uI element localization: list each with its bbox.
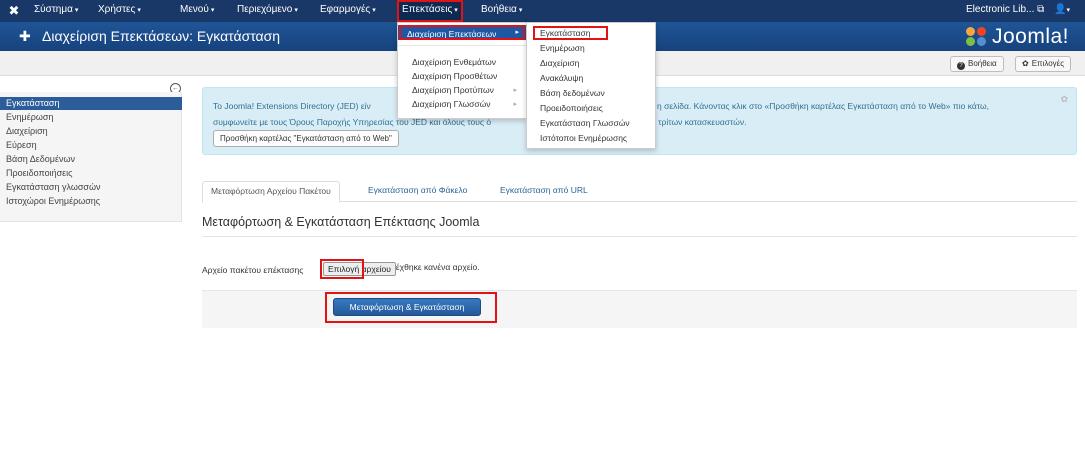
submenu-item-warnings[interactable]: Προειδοποιήσεις	[540, 103, 603, 113]
nav-content[interactable]: Περιεχόμενο ▾	[237, 0, 298, 22]
sidebar-item-discover[interactable]: Εύρεση	[6, 140, 37, 150]
caret-down-icon: ▾	[137, 7, 141, 14]
help-button[interactable]: ? Βοήθεια	[950, 56, 1004, 72]
nav-label: Εφαρμογές	[320, 4, 371, 15]
puzzle-icon: ✚	[19, 28, 31, 44]
nav-label: Σύστημα	[34, 4, 73, 15]
sidebar-item-install[interactable]: Εγκατάσταση	[6, 98, 59, 108]
caret-right-icon: ▸	[513, 87, 517, 94]
caret-down-icon: ▾	[454, 7, 458, 14]
question-icon: ?	[957, 62, 965, 70]
top-navbar: ✖ Σύστημα ▾ Χρήστες ▾ Μενού ▾ Περιεχόμενο ▾ …	[0, 0, 1085, 22]
install-tabs: Μεταφόρτωση Αρχείου Πακέτου Εγκατάσταση …	[202, 181, 1077, 203]
site-name: Electronic Lib...	[966, 4, 1035, 15]
extension-manager-submenu: Εγκατάσταση Ενημέρωση Διαχείριση Ανακάλυ…	[526, 22, 656, 149]
sidebar-item-update[interactable]: Ενημέρωση	[6, 112, 53, 122]
highlight-box	[325, 292, 497, 323]
menu-item-module-manager[interactable]: Διαχείριση Ενθεμάτων	[412, 57, 496, 67]
submenu-item-update[interactable]: Ενημέρωση	[540, 43, 585, 53]
joomla-brand: Joomla!	[965, 25, 1069, 48]
nav-extensions[interactable]: Επεκτάσεις ▾	[397, 0, 463, 22]
caret-down-icon: ▾	[372, 7, 376, 14]
joomla-logo-icon[interactable]: ✖	[6, 3, 22, 19]
nav-users[interactable]: Χρήστες ▾	[98, 0, 141, 22]
submenu-item-install-languages[interactable]: Εγκατάσταση Γλωσσών	[540, 118, 630, 128]
menu-item-language-manager[interactable]: Διαχείριση Γλωσσών	[412, 99, 491, 109]
section-title: Μεταφόρτωση & Εγκατάσταση Επέκτασης Joom…	[202, 215, 480, 229]
highlight-box	[533, 26, 608, 40]
sidebar-item-warnings[interactable]: Προειδοποιήσεις	[6, 168, 73, 178]
caret-down-icon: ▾	[210, 7, 215, 14]
menu-divider	[398, 45, 526, 46]
add-install-from-web-tab-button[interactable]: Προσθήκη καρτέλας "Εγκατάσταση από το We…	[213, 130, 399, 147]
submenu-item-manage[interactable]: Διαχείριση	[540, 58, 579, 68]
alert-line2-end: ιών τρίτων κατασκευαστών.	[643, 117, 747, 127]
nav-system[interactable]: Σύστημα ▾	[34, 0, 78, 22]
nav-label: Μενού	[180, 4, 209, 15]
caret-right-icon: ▸	[513, 101, 517, 108]
highlight-box	[320, 259, 364, 279]
nav-label: Βοήθεια	[481, 4, 517, 15]
sidebar-item-database[interactable]: Βάση Δεδομένων	[6, 154, 75, 164]
caret-down-icon: ▾	[74, 7, 79, 14]
submenu-item-database[interactable]: Βάση δεδομένων	[540, 88, 605, 98]
nav-label: Επεκτάσεις	[402, 4, 453, 15]
package-file-label: Αρχείο πακέτου επέκτασης	[202, 265, 304, 275]
help-label: Βοήθεια	[968, 59, 997, 68]
brand-name: Joomla!	[991, 25, 1069, 48]
options-button[interactable]: ✿ Επιλογές	[1015, 56, 1072, 72]
nav-label: Χρήστες	[98, 4, 136, 15]
extensions-dropdown: Διαχείριση Επεκτάσεων ▸ Διαχείριση Ενθεμ…	[397, 22, 527, 119]
page-title: Διαχείριση Επεκτάσεων: Εγκατάσταση	[42, 28, 281, 44]
nav-menus[interactable]: Μενού ▾	[180, 0, 214, 22]
sidebar: Εγκατάσταση Ενημέρωση Διαχείριση Εύρεση …	[0, 92, 182, 222]
user-menu[interactable]: 👤▾	[1054, 0, 1070, 22]
submenu-item-discover[interactable]: Ανακάλυψη	[540, 73, 583, 83]
user-icon: 👤	[1054, 4, 1067, 15]
tab-install-from-url[interactable]: Εγκατάσταση από URL	[492, 181, 596, 202]
sidebar-item-update-sites[interactable]: Ιστοχώροι Ενημέρωσης	[6, 196, 100, 206]
menu-item-template-manager[interactable]: Διαχείριση Προτύπων	[412, 85, 494, 95]
nav-help[interactable]: Βοήθεια ▾	[481, 0, 522, 22]
external-link-icon: ⧉	[1037, 4, 1045, 15]
tab-install-from-folder[interactable]: Εγκατάσταση από Φάκελο	[360, 181, 475, 202]
sidebar-item-install-languages[interactable]: Εγκατάσταση γλωσσών	[6, 182, 101, 192]
options-label: Επιλογές	[1031, 59, 1065, 68]
caret-down-icon: ▾	[294, 7, 298, 14]
joomla-logo-icon	[965, 27, 988, 47]
gear-icon: ✿	[1022, 59, 1029, 68]
submenu-item-update-sites[interactable]: Ιστότοποι Ενημέρωσης	[540, 133, 627, 143]
alert-line1-end: η σελίδα. Κάνοντας κλικ στο «Προσθήκη κα…	[657, 101, 990, 111]
caret-down-icon: ▾	[518, 7, 523, 14]
caret-down-icon: ▾	[1066, 7, 1070, 14]
alert-line1-start: Το Joomla! Extensions Directory (JED) εί…	[213, 101, 371, 111]
section-divider	[202, 236, 1077, 237]
nav-components[interactable]: Εφαρμογές ▾	[320, 0, 376, 22]
highlight-box	[399, 25, 525, 40]
site-link[interactable]: Electronic Lib... ⧉	[966, 0, 1044, 22]
menu-item-plugin-manager[interactable]: Διαχείριση Προσθέτων	[412, 71, 497, 81]
tab-upload-package[interactable]: Μεταφόρτωση Αρχείου Πακέτου	[202, 181, 340, 203]
sidebar-item-manage[interactable]: Διαχείριση	[6, 126, 48, 136]
nav-label: Περιεχόμενο	[237, 4, 293, 15]
